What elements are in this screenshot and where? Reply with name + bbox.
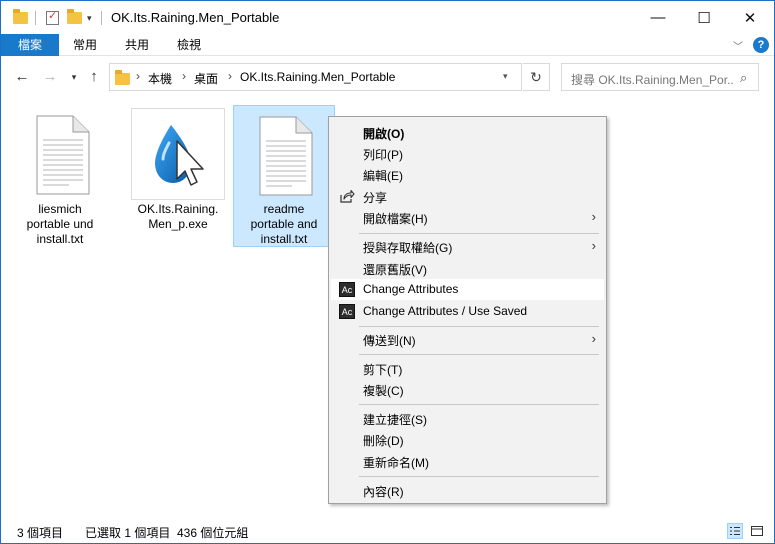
text-document-icon [36,115,90,195]
ac-icon: Ac [339,304,355,319]
text-document-icon [259,116,313,196]
search-box[interactable]: 搜尋 OK.Its.Raining.Men_Por... ⌕ [561,63,759,91]
menu-item-give-access[interactable]: 授與存取權給(G) › [331,236,604,257]
details-view-icon[interactable] [727,523,743,539]
search-icon[interactable]: ⌕ [740,70,747,86]
menu-item-rename[interactable]: 重新命名(M) [331,451,604,472]
breadcrumb-current-folder[interactable]: OK.Its.Raining.Men_Portable [240,70,395,84]
folder-icon [13,9,28,27]
menu-item-send-to[interactable]: 傳送到(N) › [331,329,604,350]
menu-item-edit[interactable]: 編輯(E) [331,164,604,185]
toolbar-separator [101,11,102,25]
new-folder-icon[interactable] [67,9,82,27]
ribbon-tabs: 檔案 常用 共用 檢視 ﹀ ? [1,34,774,56]
menu-item-open-with[interactable]: 開啟檔案(H) › [331,207,604,228]
tab-file[interactable]: 檔案 [1,34,59,56]
menu-separator [359,233,599,234]
file-item-exe[interactable]: OK.Its.Raining. Men_p.exe [127,105,229,247]
breadcrumb-this-pc[interactable]: 本機 [148,70,172,87]
menu-item-create-shortcut[interactable]: 建立捷徑(S) [331,408,604,429]
forward-icon[interactable]: → [41,67,59,87]
properties-icon[interactable] [46,9,59,27]
chevron-right-icon[interactable]: › [136,69,140,83]
toolbar-separator [35,11,36,25]
status-bar: 3 個項目 已選取 1 個項目 436 個位元組 [1,521,774,543]
file-name: liesmich portable und install.txt [26,202,94,246]
menu-separator [359,476,599,477]
chevron-right-icon[interactable]: › [182,69,186,83]
menu-separator [359,404,599,405]
selection-info: 已選取 1 個項目 436 個位元組 [85,526,249,540]
water-drop-cursor-icon [155,125,204,186]
title-bar: ▾ OK.Its.Raining.Men_Portable — ☐ ✕ [1,1,774,34]
menu-separator [359,326,599,327]
address-bar[interactable]: › 本機 › 桌面 › OK.Its.Raining.Men_Portable … [109,63,522,91]
close-icon[interactable]: ✕ [727,1,773,34]
search-input[interactable]: 搜尋 OK.Its.Raining.Men_Por... [571,71,733,88]
menu-separator [359,354,599,355]
share-icon [340,189,355,203]
file-item-readme[interactable]: readme portable and install.txt [233,105,335,247]
chevron-right-icon: › [591,331,596,346]
menu-item-change-attributes-use-saved[interactable]: Ac Change Attributes / Use Saved [331,301,604,322]
menu-item-properties[interactable]: 內容(R) [331,480,604,501]
tab-share[interactable]: 共用 [111,34,163,56]
minimize-icon[interactable]: — [635,1,681,34]
menu-item-share[interactable]: 分享 [331,186,604,207]
file-item-liesmich[interactable]: liesmich portable und install.txt [9,105,111,247]
ac-icon: Ac [339,282,355,297]
chevron-right-icon: › [591,209,596,224]
navigation-bar: ← → ▾ ↑ › 本機 › 桌面 › OK.Its.Raining.Men_P… [1,57,774,97]
menu-item-copy[interactable]: 複製(C) [331,379,604,400]
file-name: OK.Its.Raining. Men_p.exe [137,202,219,231]
explorer-window: ▾ OK.Its.Raining.Men_Portable — ☐ ✕ 檔案 常… [0,0,775,544]
up-icon[interactable]: ↑ [85,67,103,87]
help-icon[interactable]: ? [753,37,769,53]
item-count: 3 個項目 [17,526,64,540]
window-title: OK.Its.Raining.Men_Portable [111,10,280,25]
address-dropdown-icon[interactable]: ▾ [503,71,508,82]
refresh-icon[interactable]: ↻ [523,63,550,91]
menu-item-delete[interactable]: 刪除(D) [331,429,604,450]
customize-quick-access-icon[interactable]: ▾ [87,9,92,27]
back-icon[interactable]: ← [13,67,31,87]
menu-item-restore-versions[interactable]: 還原舊版(V) [331,258,604,279]
menu-item-print[interactable]: 列印(P) [331,143,604,164]
large-icons-view-icon[interactable] [749,523,765,539]
tab-view[interactable]: 檢視 [163,34,215,56]
context-menu: 開啟(O) 列印(P) 編輯(E) 分享 開啟檔案(H) › 授與存取權給(G)… [328,116,607,504]
menu-item-open[interactable]: 開啟(O) [331,122,604,143]
expand-ribbon-icon[interactable]: ﹀ [733,38,743,53]
file-name: readme portable and install.txt [250,202,318,246]
chevron-right-icon[interactable]: › [228,69,232,83]
menu-item-change-attributes[interactable]: Ac Change Attributes [331,279,604,300]
maximize-icon[interactable]: ☐ [681,1,727,34]
recent-locations-icon[interactable]: ▾ [65,67,83,87]
menu-item-cut[interactable]: 剪下(T) [331,358,604,379]
folder-icon [115,70,130,85]
breadcrumb-desktop[interactable]: 桌面 [194,70,218,87]
tab-home[interactable]: 常用 [59,34,111,56]
chevron-right-icon: › [591,238,596,253]
